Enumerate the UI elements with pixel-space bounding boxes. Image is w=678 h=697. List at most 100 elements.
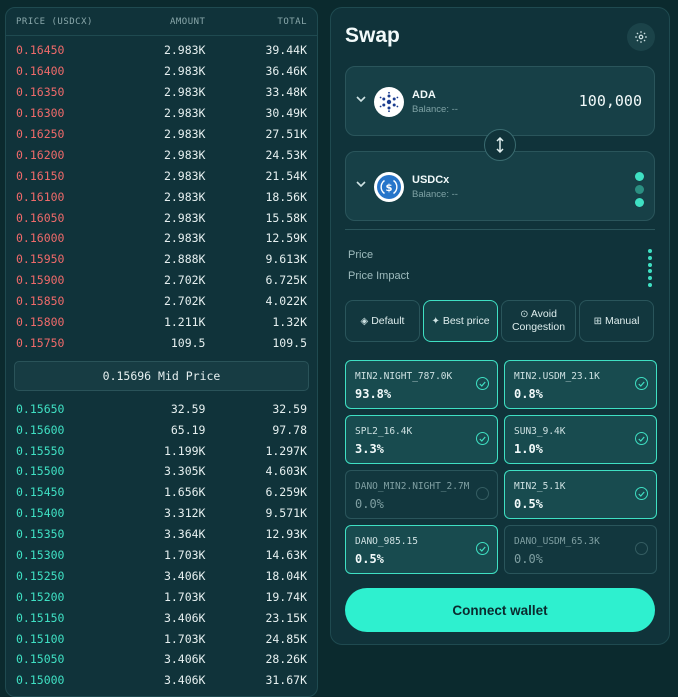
- bid-row[interactable]: 0.15050 3.406K 28.26K: [6, 649, 317, 670]
- ask-row[interactable]: 0.16400 2.983K 36.46K: [6, 61, 317, 82]
- check-icon[interactable]: [476, 432, 489, 445]
- chevron-down-icon[interactable]: [356, 95, 366, 103]
- ask-total: 36.46K: [265, 64, 307, 79]
- ask-amount: 1.211K: [163, 315, 206, 330]
- route-card[interactable]: SPL2_16.4K 3.3%: [345, 415, 498, 464]
- ask-total: 21.54K: [265, 168, 307, 183]
- route-name: SUN3_9.4K: [514, 426, 566, 437]
- mode-manual-button[interactable]: ⊞ Manual: [579, 300, 654, 342]
- bid-rows: 0.15650 32.59 32.59 0.15600 65.19 97.78 0.1555…: [6, 398, 317, 690]
- ask-total: 6.725K: [265, 273, 307, 288]
- check-icon[interactable]: [635, 432, 648, 445]
- swap-direction-button[interactable]: [484, 129, 516, 161]
- route-card[interactable]: MIN2.NIGHT_787.0K 93.8%: [345, 360, 498, 409]
- ask-price: 0.15900: [16, 273, 65, 288]
- chevron-down-icon[interactable]: [356, 180, 366, 188]
- bid-row[interactable]: 0.15000 3.406K 31.67K: [6, 670, 317, 691]
- ask-row[interactable]: 0.16450 2.983K 39.44K: [6, 40, 317, 61]
- from-token-name: ADA: [412, 89, 436, 101]
- check-icon[interactable]: [635, 377, 648, 390]
- route-name: MIN2.USDM_23.1K: [514, 371, 600, 382]
- swap-title: Swap: [345, 24, 400, 47]
- circle-icon: ⊙: [520, 309, 529, 320]
- sparkle-icon: ✦: [431, 315, 440, 327]
- diamond-icon: ◈: [360, 315, 369, 327]
- bid-row[interactable]: 0.15400 3.312K 9.571K: [6, 503, 317, 524]
- bid-total: 18.04K: [265, 568, 307, 583]
- check-icon[interactable]: [635, 487, 648, 500]
- connect-wallet-button[interactable]: Connect wallet: [345, 588, 655, 632]
- ask-row[interactable]: 0.15900 2.702K 6.725K: [6, 270, 317, 291]
- from-token-card[interactable]: ADA Balance: -- 100,000: [345, 66, 655, 136]
- gear-icon: [635, 31, 647, 43]
- bid-amount: 1.199K: [163, 443, 206, 458]
- bid-row[interactable]: 0.15150 3.406K 23.15K: [6, 607, 317, 628]
- route-card[interactable]: DANO_USDM_65.3K 0.0%: [504, 525, 657, 574]
- price-loading-dots: [648, 249, 652, 267]
- from-token-balance: Balance: --: [412, 104, 458, 115]
- ask-amount: 2.983K: [163, 127, 206, 141]
- bid-price: 0.15050: [16, 652, 65, 667]
- ask-row[interactable]: 0.16150 2.983K 21.54K: [6, 165, 317, 186]
- swap-panel: Swap ADA Balance: -- 100,000 $ USDCx Bal…: [330, 7, 670, 645]
- ask-total: 27.51K: [265, 127, 307, 141]
- check-icon[interactable]: [476, 542, 489, 555]
- to-token-balance: Balance: --: [412, 189, 458, 200]
- bid-price: 0.15450: [16, 485, 65, 500]
- bid-amount: 1.703K: [163, 631, 206, 646]
- ask-row[interactable]: 0.16100 2.983K 18.56K: [6, 186, 317, 207]
- from-amount-input[interactable]: 100,000: [579, 92, 642, 110]
- route-card[interactable]: MIN2.USDM_23.1K 0.8%: [504, 360, 657, 409]
- bid-row[interactable]: 0.15300 1.703K 14.63K: [6, 545, 317, 566]
- bid-row[interactable]: 0.15550 1.199K 1.297K: [6, 440, 317, 461]
- mode-best-price-button[interactable]: ✦ Best price: [423, 300, 498, 342]
- bid-row[interactable]: 0.15650 32.59 32.59: [6, 398, 317, 419]
- ask-row[interactable]: 0.16250 2.983K 27.51K: [6, 124, 317, 145]
- bid-row[interactable]: 0.15600 65.19 97.78: [6, 419, 317, 440]
- bid-row[interactable]: 0.15500 3.305K 4.603K: [6, 461, 317, 482]
- route-card[interactable]: DANO_985.15 0.5%: [345, 525, 498, 574]
- route-card[interactable]: DANO_MIN2.NIGHT_2.7M 0.0%: [345, 470, 498, 519]
- ask-row[interactable]: 0.15850 2.702K 4.022K: [6, 291, 317, 312]
- bid-row[interactable]: 0.15250 3.406K 18.04K: [6, 565, 317, 586]
- ask-row[interactable]: 0.16200 2.983K 24.53K: [6, 144, 317, 165]
- unchecked-circle-icon[interactable]: [635, 542, 648, 555]
- ask-price: 0.16200: [16, 147, 65, 162]
- route-name: MIN2.NIGHT_787.0K: [355, 371, 453, 382]
- ask-price: 0.16250: [16, 127, 65, 141]
- route-percentage: 0.5%: [355, 552, 384, 566]
- unchecked-circle-icon[interactable]: [476, 487, 489, 500]
- route-name: DANO_MIN2.NIGHT_2.7M: [355, 481, 470, 492]
- bid-price: 0.15200: [16, 589, 65, 604]
- route-percentage: 0.8%: [514, 387, 543, 401]
- ask-row[interactable]: 0.15750 109.5 109.5: [6, 332, 317, 353]
- price-impact-loading-dots: [648, 269, 652, 287]
- to-token-card[interactable]: $ USDCx Balance: --: [345, 151, 655, 221]
- ask-row[interactable]: 0.15950 2.888K 9.613K: [6, 249, 317, 270]
- bid-price: 0.15100: [16, 631, 65, 646]
- ask-row[interactable]: 0.16050 2.983K 15.58K: [6, 207, 317, 228]
- ask-amount: 2.983K: [163, 64, 206, 79]
- route-percentage: 1.0%: [514, 442, 543, 456]
- ask-row[interactable]: 0.15800 1.211K 1.32K: [6, 312, 317, 333]
- bid-row[interactable]: 0.15100 1.703K 24.85K: [6, 628, 317, 649]
- ask-total: 109.5: [272, 335, 307, 350]
- settings-button[interactable]: [627, 23, 655, 51]
- route-grid: MIN2.NIGHT_787.0K 93.8% MIN2.USDM_23.1K 0.8…: [345, 360, 657, 574]
- mode-default-button[interactable]: ◈ Default: [345, 300, 420, 342]
- bid-row[interactable]: 0.15350 3.364K 12.93K: [6, 524, 317, 545]
- ask-row[interactable]: 0.16300 2.983K 30.49K: [6, 103, 317, 124]
- check-icon[interactable]: [476, 377, 489, 390]
- ask-total: 1.32K: [272, 315, 307, 330]
- ask-amount: 2.888K: [163, 252, 206, 267]
- bid-price: 0.15550: [16, 443, 65, 458]
- route-name: SPL2_16.4K: [355, 426, 413, 437]
- route-card[interactable]: SUN3_9.4K 1.0%: [504, 415, 657, 464]
- grid-icon: ⊞: [593, 315, 602, 327]
- ask-row[interactable]: 0.16350 2.983K 33.48K: [6, 82, 317, 103]
- route-card[interactable]: MIN2_5.1K 0.5%: [504, 470, 657, 519]
- mode-avoid-congestion-button[interactable]: ⊙ Avoid Congestion: [501, 300, 576, 342]
- bid-row[interactable]: 0.15450 1.656K 6.259K: [6, 482, 317, 503]
- bid-row[interactable]: 0.15200 1.703K 19.74K: [6, 586, 317, 607]
- ask-row[interactable]: 0.16000 2.983K 12.59K: [6, 228, 317, 249]
